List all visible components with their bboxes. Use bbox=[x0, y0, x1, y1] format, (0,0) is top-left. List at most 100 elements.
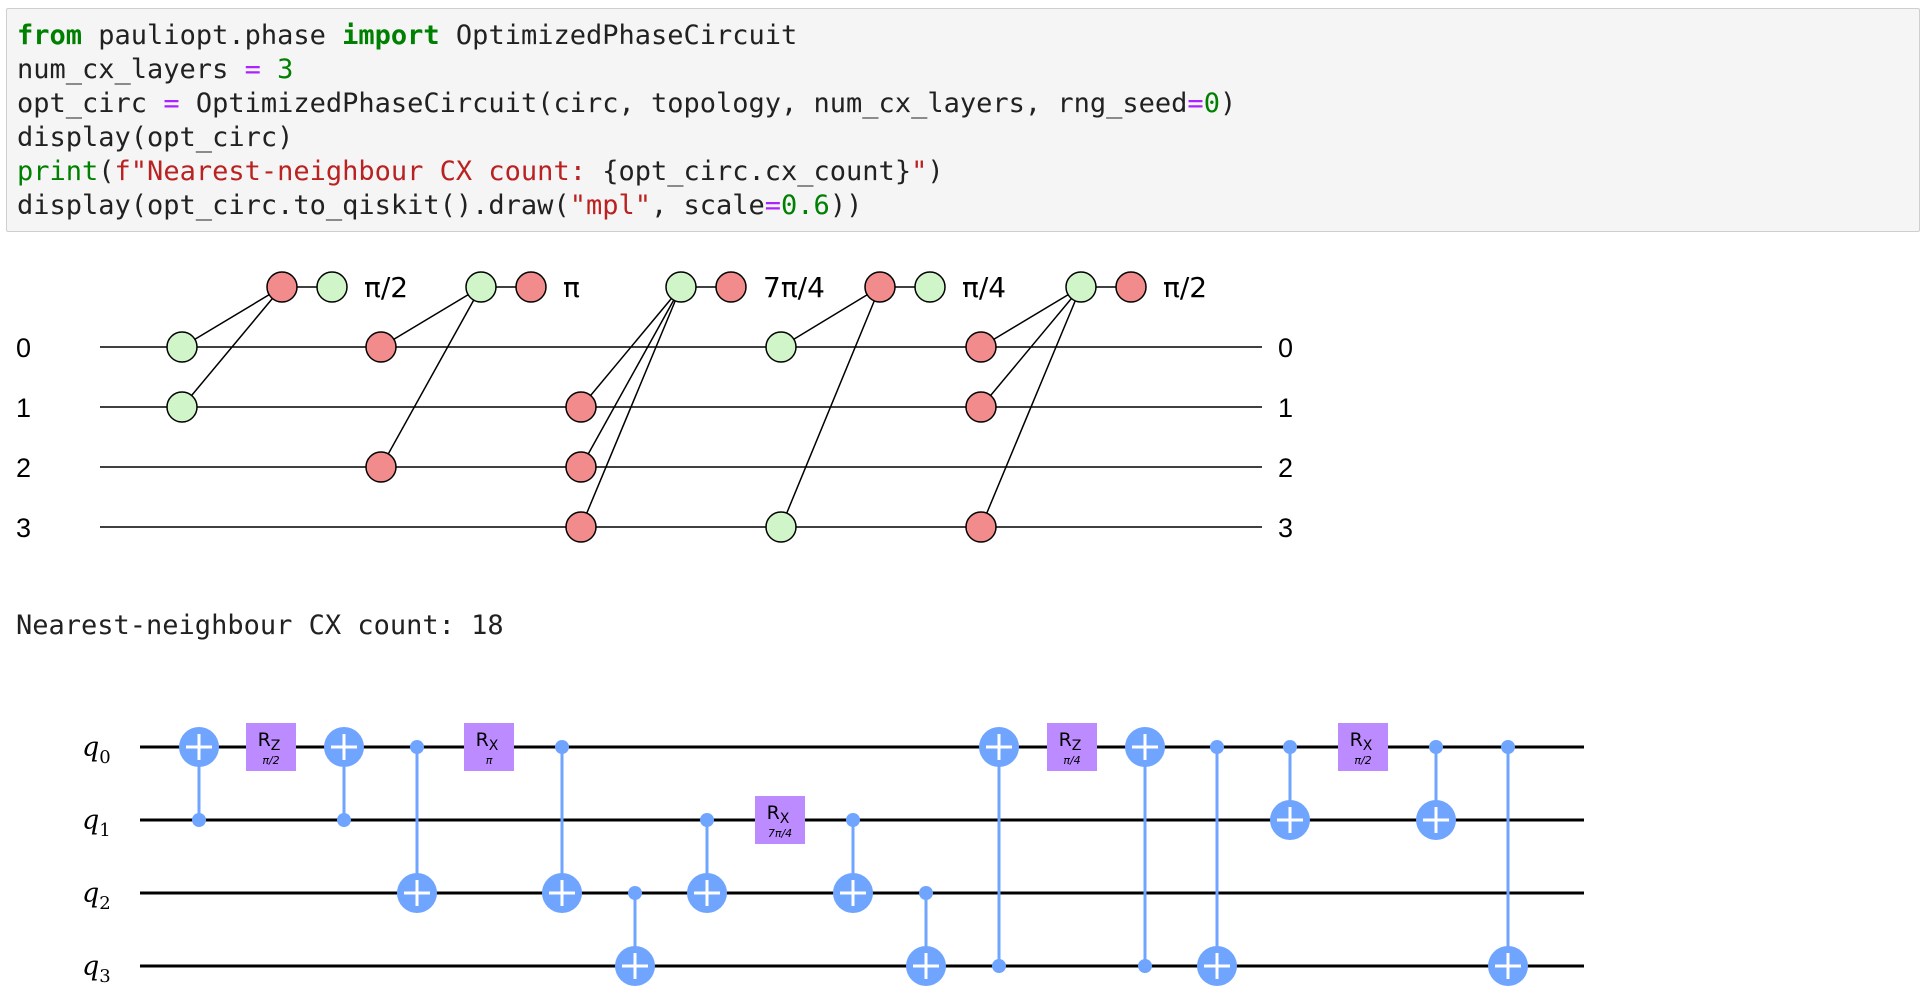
gadget-angle-label: 7π/4 bbox=[763, 271, 825, 304]
cx-control-dot bbox=[628, 886, 642, 900]
gadget-angle-label: π/2 bbox=[1163, 271, 1207, 304]
gadget-leg-spider bbox=[365, 451, 397, 483]
cx-control-dot bbox=[1429, 740, 1443, 754]
code-cell-input[interactable]: from pauliopt.phase import OptimizedPhas… bbox=[6, 8, 1920, 232]
code-token: {opt_circ.cx_count} bbox=[602, 156, 912, 187]
gadget-angle-label: π/2 bbox=[364, 271, 408, 304]
rotation-gate-param: π/4 bbox=[1063, 754, 1080, 767]
code-token: ) bbox=[927, 156, 944, 187]
rotation-gate-r: R bbox=[767, 802, 780, 824]
code-token: = bbox=[764, 190, 782, 221]
code-token: OptimizedPhaseCircuit(circ, topology, nu… bbox=[179, 88, 1188, 119]
qubit-label-right: 1 bbox=[1278, 393, 1293, 423]
code-token: opt_circ bbox=[17, 88, 164, 119]
qubit-label: q0 bbox=[82, 732, 111, 768]
qubit-label-base: q bbox=[82, 805, 99, 836]
code-editor[interactable]: from pauliopt.phase import OptimizedPhas… bbox=[17, 19, 1236, 223]
cx-control-dot bbox=[555, 740, 569, 754]
cx-control-dot bbox=[410, 740, 424, 754]
gadget-phase-spider bbox=[1115, 271, 1147, 303]
code-token: )) bbox=[829, 190, 863, 221]
rotation-gate-axis: X bbox=[1363, 738, 1373, 754]
gadget-hub-spider bbox=[465, 271, 497, 303]
qubit-label-base: q bbox=[82, 878, 99, 909]
cx-control-dot bbox=[1138, 959, 1152, 973]
cx-control-dot bbox=[192, 813, 206, 827]
cx-count-output: Nearest-neighbour CX count: 18 bbox=[16, 610, 504, 641]
qubit-label-sub: 2 bbox=[99, 893, 110, 914]
code-token: 0 bbox=[1203, 88, 1220, 119]
code-token: print bbox=[17, 156, 99, 187]
gadget-hub-spider bbox=[1065, 271, 1097, 303]
qubit-label: q1 bbox=[82, 805, 111, 841]
code-token: import bbox=[342, 20, 440, 51]
qubit-label-sub: 1 bbox=[99, 820, 110, 841]
rotation-gate-r: R bbox=[258, 729, 271, 751]
gadget-hub-spider bbox=[864, 271, 896, 303]
qubit-label-right: 2 bbox=[1278, 453, 1293, 483]
qubit-label-sub: 3 bbox=[99, 966, 110, 987]
rotation-gate-r: R bbox=[1059, 729, 1072, 751]
gadget-leg-spider bbox=[765, 331, 797, 363]
gadget-phase-spider bbox=[316, 271, 348, 303]
code-token: = bbox=[1187, 88, 1204, 119]
qubit-label: q3 bbox=[82, 951, 111, 987]
qubit-label-left: 1 bbox=[16, 393, 31, 423]
gadget-hub-spider bbox=[266, 271, 298, 303]
rotation-gate-param: π/2 bbox=[262, 754, 279, 767]
cx-control-dot bbox=[1283, 740, 1297, 754]
gadget-leg-spider bbox=[965, 511, 997, 543]
code-token: " bbox=[911, 156, 928, 187]
rotation-gate-param: 7π/4 bbox=[768, 827, 792, 840]
gadget-leg-spider bbox=[565, 451, 597, 483]
gadget-leg-spider bbox=[565, 511, 597, 543]
gadget-leg-spider bbox=[166, 331, 198, 363]
qubit-label: q2 bbox=[82, 878, 111, 914]
qubit-label-base: q bbox=[82, 732, 99, 763]
gadget-angle-label: π/4 bbox=[962, 271, 1006, 304]
rotation-gate-axis: Z bbox=[1072, 738, 1082, 754]
rotation-gate-r: R bbox=[476, 729, 489, 751]
code-token: display(opt_circ) bbox=[17, 122, 294, 153]
gadget-edge bbox=[380, 286, 482, 468]
cx-control-dot bbox=[337, 813, 351, 827]
rotation-gate-axis: X bbox=[780, 811, 790, 827]
qubit-label-sub: 0 bbox=[99, 747, 110, 768]
qubit-label-left: 0 bbox=[16, 333, 31, 363]
code-token: num_cx_layers bbox=[17, 54, 245, 85]
cx-control-dot bbox=[700, 813, 714, 827]
qubit-label-left: 3 bbox=[16, 513, 31, 543]
code-token: f"Nearest-neighbour CX count: bbox=[114, 156, 603, 187]
gadget-phase-spider bbox=[515, 271, 547, 303]
rotation-gate-axis: X bbox=[489, 738, 499, 754]
rotation-gate-param: π bbox=[486, 754, 493, 767]
cx-control-dot bbox=[919, 886, 933, 900]
code-token: , scale bbox=[650, 190, 765, 221]
qubit-label-right: 3 bbox=[1278, 513, 1293, 543]
cx-control-dot bbox=[992, 959, 1006, 973]
phase-circuit-diagram: 0 0 1 1 2 2 3 3 π/2 π 7π/4 π/4 π/2 bbox=[16, 271, 1293, 543]
code-token: ( bbox=[98, 156, 115, 187]
code-token: "mpl" bbox=[569, 190, 651, 221]
code-token: display(opt_circ.to_qiskit().draw( bbox=[17, 190, 570, 221]
qiskit-circuit-diagram: q0q1q2q3RZπ/2RXπRX7π/4RZπ/4RXπ/2 bbox=[82, 723, 1584, 987]
gadget-edge bbox=[181, 286, 283, 348]
cx-control-dot bbox=[1501, 740, 1515, 754]
gadget-leg-spider bbox=[565, 391, 597, 423]
gadget-leg-spider bbox=[965, 331, 997, 363]
rotation-gate-r: R bbox=[1350, 729, 1363, 751]
code-token: 0.6 bbox=[781, 190, 830, 221]
gadget-phase-spider bbox=[715, 271, 747, 303]
qubit-label-base: q bbox=[82, 951, 99, 982]
gadget-leg-spider bbox=[765, 511, 797, 543]
rotation-gate-param: π/2 bbox=[1354, 754, 1371, 767]
gadget-edge bbox=[580, 286, 682, 468]
gadget-phase-spider bbox=[914, 271, 946, 303]
gadget-hub-spider bbox=[665, 271, 697, 303]
gadget-leg-spider bbox=[166, 391, 198, 423]
code-token: = bbox=[244, 54, 261, 85]
code-token: OptimizedPhaseCircuit bbox=[439, 20, 798, 51]
cx-control-dot bbox=[846, 813, 860, 827]
code-token: 3 bbox=[277, 54, 294, 85]
